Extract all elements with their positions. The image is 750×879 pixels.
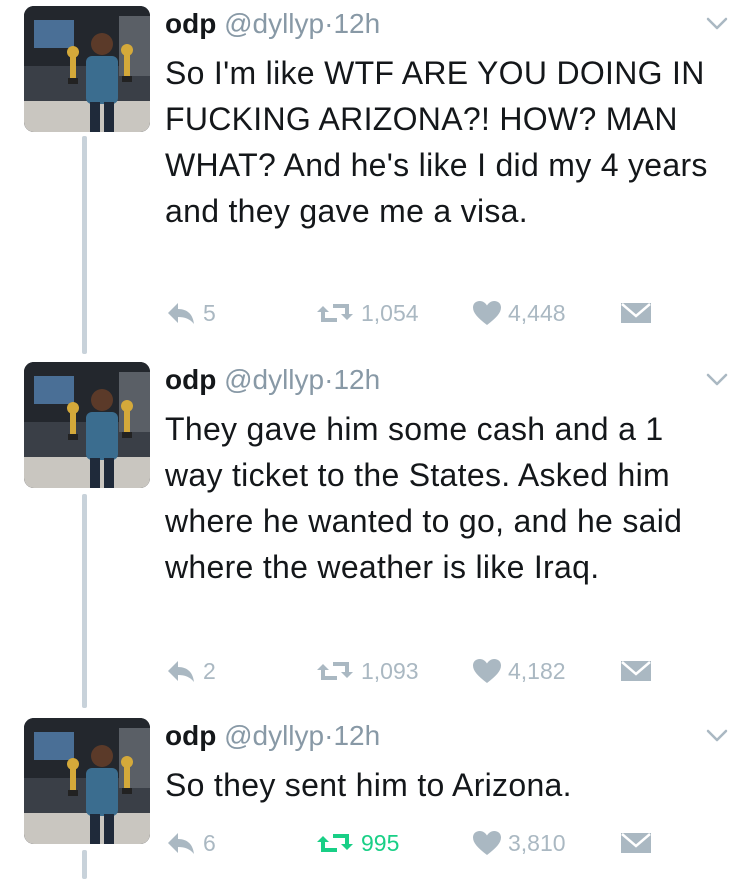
tweet-actions: 6 995 3,810 [165, 828, 665, 858]
tweet[interactable]: odp @dyllyp·12h They gave him some cash … [0, 362, 750, 702]
like-count: 3,810 [508, 829, 566, 856]
retweet-icon [317, 662, 353, 680]
tweet[interactable]: odp @dyllyp·12h So they sent him to Ariz… [0, 718, 750, 879]
heart-icon [473, 831, 501, 855]
user-handle[interactable]: @dyllyp [224, 364, 324, 395]
reply-count: 2 [203, 657, 216, 684]
reply-icon [168, 303, 194, 324]
display-name[interactable]: odp [165, 8, 216, 39]
display-name[interactable]: odp [165, 364, 216, 395]
avatar[interactable] [24, 718, 150, 844]
like-button[interactable]: 4,182 [472, 656, 566, 686]
tweet-header: odp @dyllyp·12h [165, 6, 380, 42]
reply-button[interactable]: 2 [165, 656, 216, 686]
retweet-button[interactable]: 1,093 [315, 656, 419, 686]
avatar[interactable] [24, 362, 150, 488]
reply-icon [168, 661, 194, 682]
tweet-text: So I'm like WTF ARE YOU DOING IN FUCKING… [165, 55, 708, 229]
heart-icon [473, 659, 501, 683]
envelope-icon [621, 833, 651, 853]
display-name[interactable]: odp [165, 720, 216, 751]
tweet-text: So they sent him to Arizona. [165, 767, 572, 803]
timestamp[interactable]: 12h [333, 8, 380, 39]
chevron-down-icon[interactable] [705, 16, 729, 32]
retweet-count: 995 [361, 829, 400, 856]
retweet-icon [317, 834, 353, 852]
chevron-down-icon[interactable] [705, 372, 729, 388]
direct-message-button[interactable] [620, 656, 652, 686]
envelope-icon [621, 303, 651, 323]
tweet-actions: 5 1,054 4,448 [165, 298, 665, 328]
avatar[interactable] [24, 6, 150, 132]
reply-button[interactable]: 5 [165, 298, 216, 328]
tweet-header: odp @dyllyp·12h [165, 362, 380, 398]
tweet-actions: 2 1,093 4,182 [165, 656, 665, 686]
timestamp[interactable]: 12h [333, 364, 380, 395]
retweet-icon [317, 304, 353, 322]
direct-message-button[interactable] [620, 298, 652, 328]
retweet-button[interactable]: 995 [315, 828, 399, 858]
like-button[interactable]: 4,448 [472, 298, 566, 328]
envelope-icon [621, 661, 651, 681]
reply-icon [168, 833, 194, 854]
user-handle[interactable]: @dyllyp [224, 720, 324, 751]
heart-icon [473, 301, 501, 325]
like-count: 4,448 [508, 299, 566, 326]
tweet-header: odp @dyllyp·12h [165, 718, 380, 754]
tweet-text: They gave him some cash and a 1 way tick… [165, 411, 683, 585]
chevron-down-icon[interactable] [705, 728, 729, 744]
retweet-button[interactable]: 1,054 [315, 298, 419, 328]
direct-message-button[interactable] [620, 828, 652, 858]
tweet[interactable]: odp @dyllyp·12h So I'm like WTF ARE YOU … [0, 6, 750, 346]
reply-button[interactable]: 6 [165, 828, 216, 858]
user-handle[interactable]: @dyllyp [224, 8, 324, 39]
retweet-count: 1,093 [361, 657, 419, 684]
like-button[interactable]: 3,810 [472, 828, 566, 858]
retweet-count: 1,054 [361, 299, 419, 326]
timestamp[interactable]: 12h [333, 720, 380, 751]
like-count: 4,182 [508, 657, 566, 684]
reply-count: 5 [203, 299, 216, 326]
reply-count: 6 [203, 829, 216, 856]
